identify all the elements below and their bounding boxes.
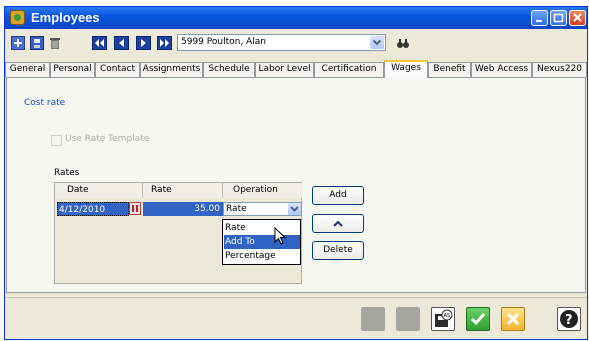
svg-text:AS: AS (444, 313, 451, 319)
cancel-icon[interactable] (501, 307, 525, 331)
next-record-icon[interactable] (136, 36, 151, 50)
add-button[interactable]: Add (312, 186, 364, 205)
disabled-action-2-icon (396, 307, 420, 331)
minimize-button[interactable] (531, 10, 548, 26)
tab-personal[interactable]: Personal (50, 62, 95, 77)
column-header-date[interactable]: Date (55, 183, 143, 198)
maximize-button[interactable] (550, 10, 567, 26)
tab-certification[interactable]: Certification (314, 62, 384, 77)
delete-icon[interactable] (48, 36, 62, 50)
record-toolbar: 5999 Poulton, Alan (5, 32, 587, 54)
operation-select-value: Rate (226, 204, 247, 214)
title-bar[interactable]: Employees (5, 7, 587, 29)
operation-option-rate[interactable]: Rate (224, 221, 300, 235)
use-rate-template-label: Use Rate Template (65, 134, 150, 144)
tab-benefit[interactable]: Benefit (428, 62, 471, 77)
tab-schedule[interactable]: Schedule (203, 62, 255, 77)
tab-nexus220[interactable]: Nexus220 (532, 62, 587, 77)
bottom-action-bar: AS ? (5, 297, 587, 339)
calendar-icon[interactable] (129, 202, 141, 215)
window-title: Employees (31, 10, 100, 25)
column-header-rate[interactable]: Rate (143, 183, 223, 198)
employee-select[interactable]: 5999 Poulton, Alan (177, 34, 386, 51)
rate-row-date-cell[interactable]: 4/12/2010 (57, 202, 129, 216)
column-header-operation[interactable]: Operation (223, 183, 302, 198)
last-record-icon[interactable] (157, 36, 172, 50)
add-record-icon[interactable] (11, 36, 25, 50)
employees-app-icon (10, 10, 25, 25)
svg-text:?: ? (565, 313, 573, 328)
save-as-icon[interactable]: AS (431, 307, 455, 331)
close-button[interactable] (569, 10, 586, 26)
delete-button[interactable]: Delete (312, 241, 364, 260)
chevron-down-icon[interactable] (370, 36, 384, 49)
operation-select[interactable]: Rate (223, 202, 302, 216)
move-up-icon (333, 220, 343, 227)
first-record-icon[interactable] (92, 36, 107, 50)
use-rate-template-checkbox[interactable] (51, 135, 62, 146)
wages-panel: Cost rate Use Rate Template Rates Date R… (6, 77, 586, 293)
rate-row-rate-cell[interactable]: 35.00 (143, 202, 223, 216)
employee-select-value: 5999 Poulton, Alan (181, 37, 266, 47)
rates-label: Rates (54, 168, 80, 178)
save-icon[interactable] (30, 36, 44, 50)
binoculars-icon[interactable] (396, 36, 410, 50)
mouse-cursor-icon (274, 227, 287, 245)
operation-option-add-to[interactable]: Add To (224, 235, 300, 249)
tab-web-access[interactable]: Web Access (471, 62, 532, 77)
tab-assignments[interactable]: Assignments (140, 62, 203, 77)
operation-option-percentage[interactable]: Percentage (224, 249, 300, 263)
ok-icon[interactable] (466, 307, 490, 331)
tab-labor-level[interactable]: Labor Level (255, 62, 314, 77)
operation-dropdown-list: Rate Add To Percentage (222, 219, 301, 265)
tab-wages[interactable]: Wages (384, 60, 428, 78)
tab-general[interactable]: General (5, 62, 50, 77)
tab-contact[interactable]: Contact (95, 62, 140, 77)
move-up-button[interactable] (312, 214, 364, 233)
previous-record-icon[interactable] (114, 36, 129, 50)
tab-strip: General Personal Contact Assignments Sch… (5, 60, 587, 78)
help-icon[interactable]: ? (557, 307, 581, 331)
employees-window: Employees 5999 Poulton, Alan General Per… (4, 6, 588, 340)
disabled-action-1-icon (361, 307, 385, 331)
chevron-down-icon[interactable] (288, 203, 301, 215)
cost-rate-link[interactable]: Cost rate (24, 98, 65, 108)
